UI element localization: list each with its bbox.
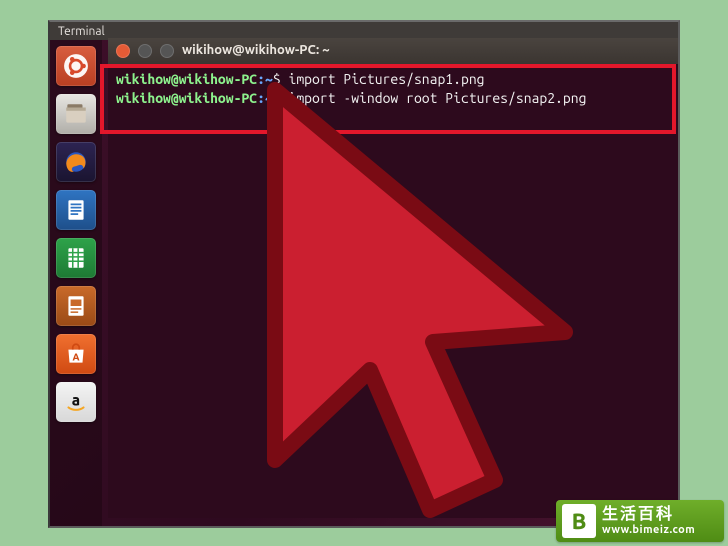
svg-text:A: A — [72, 352, 79, 363]
shopping-bag-icon: A — [63, 341, 89, 367]
presentation-icon — [63, 293, 89, 319]
command-text: import Pictures/snap1.png — [289, 71, 485, 87]
watermark-title: 生活百科 — [602, 506, 695, 522]
watermark-logo: B — [562, 504, 596, 538]
launcher-impress[interactable] — [56, 286, 96, 326]
prompt-sep: : — [257, 90, 265, 106]
firefox-icon — [63, 149, 89, 175]
svg-text:a: a — [72, 391, 80, 408]
prompt-user: wikihow@wikihow-PC — [116, 71, 257, 87]
launcher-amazon[interactable]: a — [56, 382, 96, 422]
launcher-firefox[interactable] — [56, 142, 96, 182]
launcher-files[interactable] — [56, 94, 96, 134]
command-text: import -window root Pictures/snap2.png — [289, 90, 587, 106]
unity-launcher: A a — [50, 40, 102, 526]
window-maximize-icon[interactable] — [160, 44, 174, 58]
amazon-icon: a — [63, 389, 89, 415]
files-icon — [63, 101, 89, 127]
launcher-writer[interactable] — [56, 190, 96, 230]
prompt-path: ~ — [265, 71, 273, 87]
terminal-window-title: wikihow@wikihow-PC: ~ — [182, 42, 330, 60]
prompt-path: ~ — [265, 90, 273, 106]
spreadsheet-icon — [63, 245, 89, 271]
window-minimize-icon[interactable] — [138, 44, 152, 58]
panel-app-title: Terminal — [58, 25, 105, 38]
watermark-url: www.bimeiz.com — [602, 525, 695, 536]
terminal-output[interactable]: wikihow@wikihow-PC:~$ import Pictures/sn… — [108, 64, 678, 114]
launcher-calc[interactable] — [56, 238, 96, 278]
desktop-work-area: A a wikihow@wikihow-PC: ~ wikihow@wikiho… — [50, 40, 678, 526]
document-icon — [63, 197, 89, 223]
terminal-window[interactable]: wikihow@wikihow-PC: ~ wikihow@wikihow-PC… — [108, 38, 678, 518]
window-close-icon[interactable] — [116, 44, 130, 58]
prompt-dollar: $ — [273, 71, 289, 87]
prompt-sep: : — [257, 71, 265, 87]
launcher-software[interactable]: A — [56, 334, 96, 374]
ubuntu-icon — [63, 53, 89, 79]
launcher-dash[interactable] — [56, 46, 96, 86]
prompt-user: wikihow@wikihow-PC — [116, 90, 257, 106]
screenshot-frame: Terminal — [48, 20, 680, 528]
prompt-dollar: $ — [273, 90, 289, 106]
terminal-titlebar: wikihow@wikihow-PC: ~ — [108, 38, 678, 64]
watermark: B 生活百科 www.bimeiz.com — [556, 500, 724, 542]
